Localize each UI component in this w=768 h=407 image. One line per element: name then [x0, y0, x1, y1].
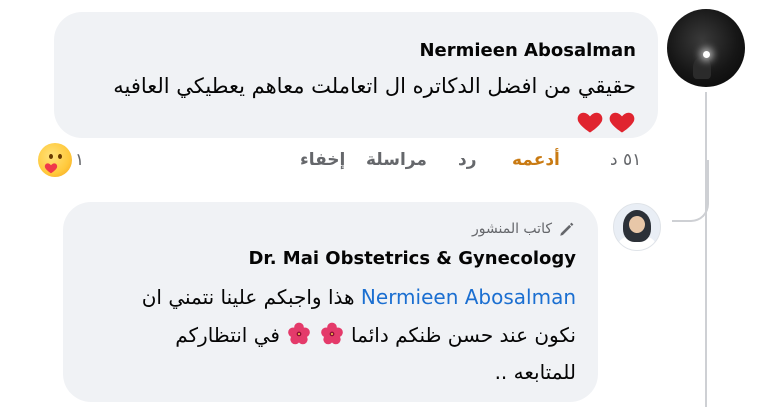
comment-bubble: Nermieen Abosalman حقيقي من افضل الدكاتر… [54, 12, 658, 138]
hugged-heart-icon [44, 163, 58, 174]
red-heart-icon [609, 112, 635, 133]
avatar-light [703, 51, 710, 58]
red-heart-icon [577, 112, 603, 133]
hibiscus-icon [288, 322, 311, 345]
avatar-face [629, 216, 645, 233]
hibiscus-icon [320, 322, 343, 345]
comment-emojis [576, 108, 636, 136]
reaction-count[interactable]: ١ [75, 150, 84, 170]
hide-button[interactable]: إخفاء [300, 150, 345, 170]
thread-line [705, 92, 707, 407]
reply-line-3: للمتابعه .. [494, 360, 576, 384]
message-button[interactable]: مراسلة [366, 150, 427, 170]
page-avatar[interactable] [613, 203, 661, 251]
comment-text: حقيقي من افضل الدكاتره ال اتعاملت معاهم … [113, 74, 636, 98]
reply-line-1: Nermieen Abosalman هذا واجبكم علينا نتمن… [142, 285, 576, 309]
comment-author[interactable]: Nermieen Abosalman [419, 40, 636, 61]
reply-text-1: هذا واجبكم علينا نتمني ان [141, 285, 355, 309]
reply-button[interactable]: رد [458, 150, 477, 170]
avatar-figure [693, 57, 711, 79]
reply-line-2: نكون عند حسن ظنكم دائما في انتظاركم [175, 321, 576, 347]
reply-text-2-suffix: في انتظاركم [175, 323, 280, 347]
pen-icon [560, 222, 574, 236]
thread-connector [672, 160, 709, 222]
comment-time[interactable]: ٥١ د [610, 150, 641, 170]
reply-author[interactable]: Dr. Mai Obstetrics & Gynecology [248, 248, 576, 269]
mention-link[interactable]: Nermieen Abosalman [361, 285, 576, 309]
reply-bubble: كاتب المنشور Dr. Mai Obstetrics & Gyneco… [63, 202, 598, 402]
author-badge: كاتب المنشور [472, 220, 576, 238]
emoji-eye [49, 154, 53, 159]
reply-text-2: نكون عند حسن ظنكم دائما [351, 323, 576, 347]
care-reaction-icon[interactable] [38, 143, 72, 177]
author-badge-label: كاتب المنشور [472, 221, 552, 237]
like-button[interactable]: أدعمه [512, 150, 560, 170]
commenter-avatar[interactable] [667, 9, 745, 87]
emoji-eye [58, 154, 62, 159]
